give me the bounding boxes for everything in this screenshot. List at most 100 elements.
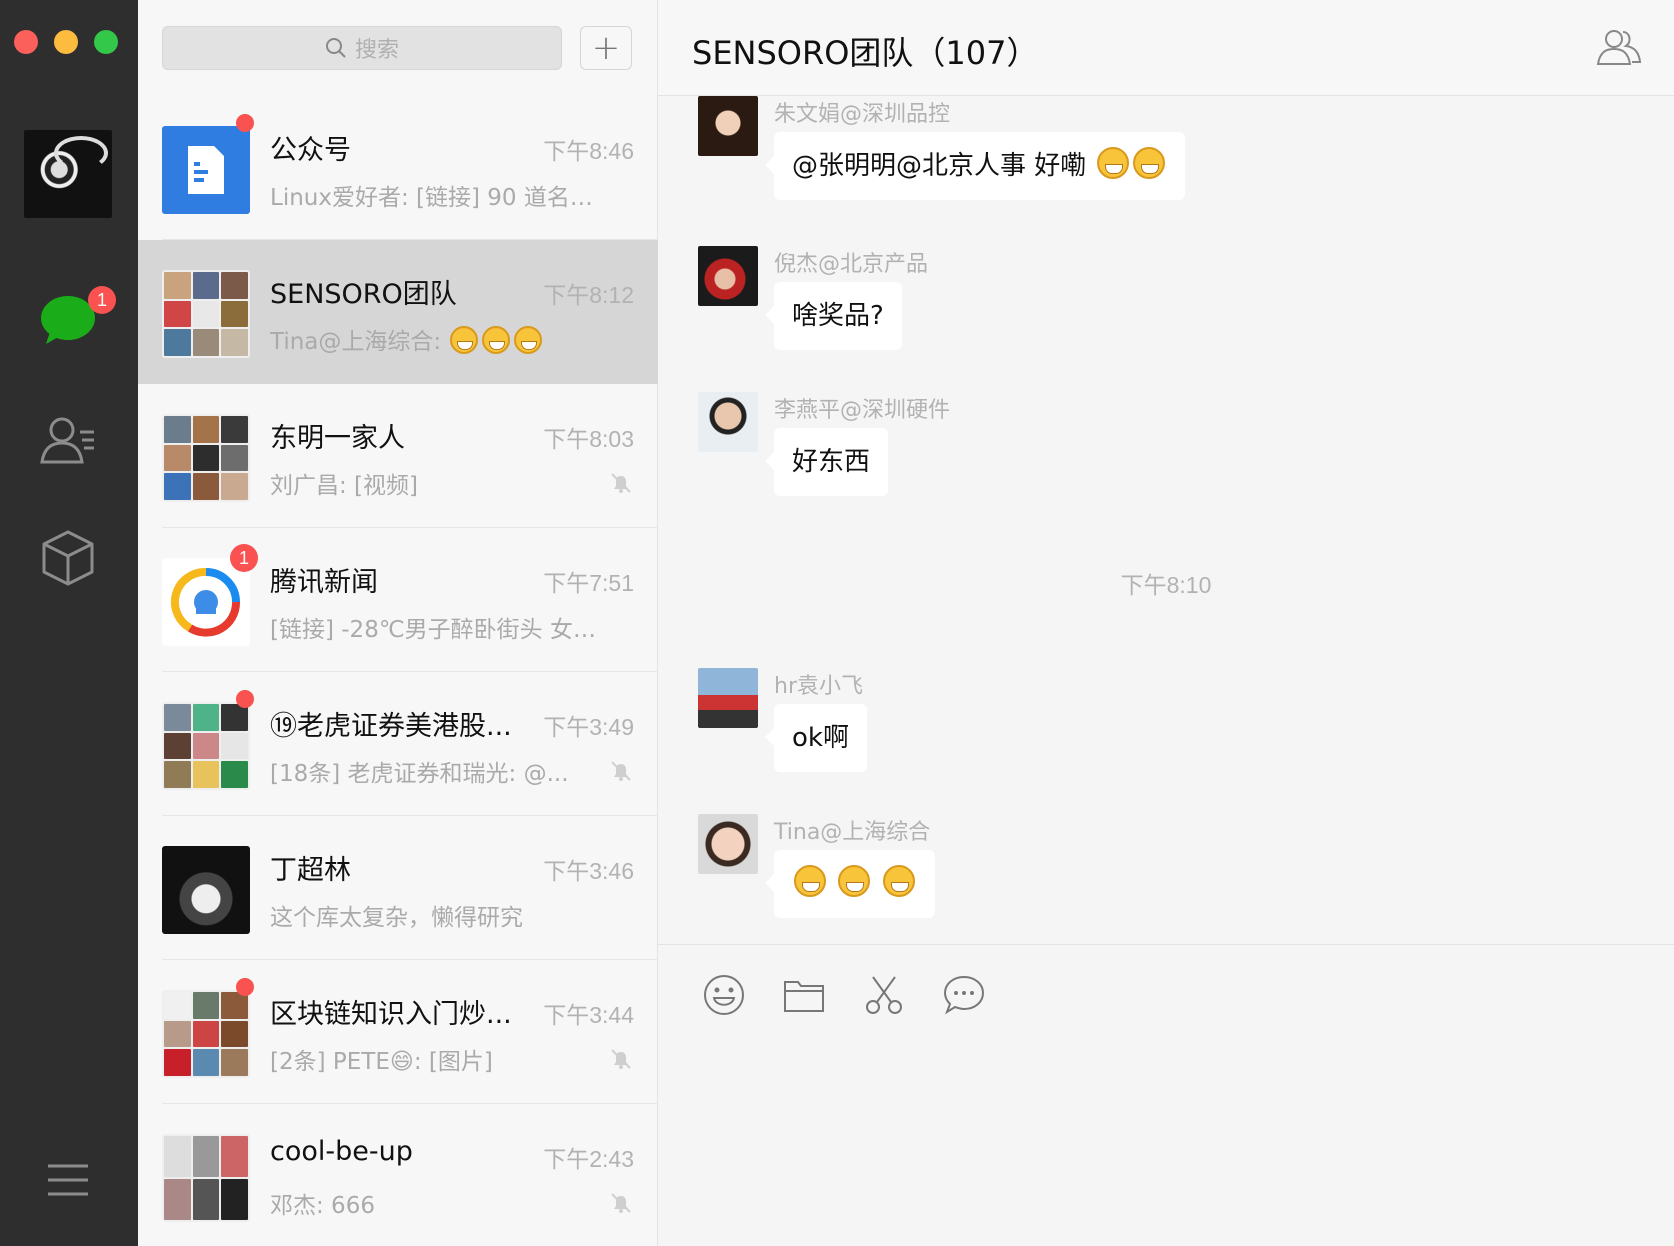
chat-preview: Linux爱好者: [链接] 90 道名企... (270, 185, 610, 211)
minimize-window-button[interactable] (54, 30, 78, 54)
message-bubble[interactable]: 啥奖品? (765, 282, 902, 350)
sidebar-favorites[interactable] (36, 526, 100, 590)
search-placeholder: 搜索 (354, 38, 399, 63)
grin-emoji-icon (1096, 147, 1129, 179)
chat-name: SENSORO团队 (270, 279, 457, 310)
chat-preview: Tina@上海综合: (270, 322, 610, 356)
chat-time: 下午2:43 (543, 1146, 634, 1172)
contacts-icon (40, 417, 94, 464)
message-bubble[interactable]: 好东西 (764, 428, 889, 496)
message-sender: 倪杰@北京产品 (774, 252, 929, 277)
box-icon (42, 530, 94, 586)
chat-item-blockchain[interactable]: 区块链知识入门炒... 下午3:44 [2条] PETE😄: [图片] (138, 960, 658, 1104)
tencent-news-logo-icon (170, 567, 241, 637)
group-members-icon[interactable] (1594, 22, 1644, 72)
chat-preview: 刘广昌: [视频] (270, 473, 419, 499)
scissors-icon[interactable] (862, 973, 906, 1017)
unread-dot (236, 114, 254, 132)
sidebar-contacts[interactable] (36, 408, 100, 472)
chat-time: 下午8:46 (543, 138, 634, 164)
message-bubble[interactable]: @张明明@北京人事 好嘞 (765, 132, 1185, 200)
unread-badge: 1 (230, 544, 258, 572)
chat-preview: [18条] 老虎证券和瑞光: @... (270, 761, 569, 787)
sender-avatar[interactable] (698, 814, 758, 874)
my-avatar[interactable] (24, 130, 112, 218)
chat-item-dongming-family[interactable]: 东明一家人 下午8:03 刘广昌: [视频] (138, 384, 658, 528)
plus-icon: + (591, 28, 621, 68)
group-avatar (162, 1134, 250, 1222)
chat-bubble-icon[interactable] (942, 973, 986, 1017)
chat-preview: [链接] -28℃男子醉卧街头 女司... (270, 617, 610, 643)
husky-avatar (162, 846, 250, 934)
chat-item-tencent-news[interactable]: 1 腾讯新闻 下午7:51 [链接] -28℃男子醉卧街头 女司... (138, 528, 658, 672)
sender-avatar[interactable] (698, 668, 758, 728)
official-accounts-avatar (162, 126, 250, 214)
grin-emoji-icon (794, 865, 826, 897)
chat-preview: 这个库太复杂，懒得研究 (270, 905, 523, 931)
grin-emoji-icon (514, 326, 543, 354)
conversation-header: SENSORO团队（107） (658, 0, 1674, 96)
chat-name: cool-be-up (270, 1136, 413, 1167)
tencent-news-avatar (162, 558, 250, 646)
grin-emoji-icon (1132, 147, 1165, 179)
chat-preview: [2条] PETE😄: [图片] (270, 1049, 493, 1075)
message-sender: 朱文娟@深圳品控 (774, 102, 951, 127)
grin-emoji-icon (450, 326, 479, 354)
zoom-window-button[interactable] (94, 30, 118, 54)
document-icon (188, 146, 224, 194)
folder-icon[interactable] (782, 973, 826, 1017)
chat-time: 下午3:46 (543, 858, 634, 884)
chat-name: 腾讯新闻 (270, 567, 378, 598)
mute-bell-icon (611, 473, 631, 493)
sender-avatar[interactable] (698, 246, 758, 306)
wechat-window: 1 搜索 + 公众号 下午8:46 Linux爱好者: [链接] 90 道名企.… (0, 0, 1674, 1246)
message-bubble[interactable] (765, 850, 935, 918)
close-window-button[interactable] (14, 30, 38, 54)
menu-icon (48, 1164, 88, 1196)
sender-avatar[interactable] (698, 96, 758, 156)
search-icon (325, 38, 346, 58)
message-bubble[interactable]: ok啊 (765, 704, 867, 772)
chat-time: 下午8:12 (543, 282, 634, 308)
sender-avatar[interactable] (698, 392, 758, 452)
chat-name: ⑲老虎证券美港股... (270, 711, 512, 742)
group-avatar (162, 270, 250, 358)
message-sender: Tina@上海综合 (774, 820, 931, 845)
conversation-pane: SENSORO团队（107） 朱文娟@深圳品控 @张明明@北京人事 好嘞 倪杰@… (658, 0, 1674, 1246)
unread-dot (236, 978, 254, 996)
search-input[interactable]: 搜索 (162, 26, 562, 70)
chat-name: 区块链知识入门炒... (270, 999, 512, 1030)
mute-bell-icon (611, 761, 631, 781)
chat-item-sensoro[interactable]: SENSORO团队 下午8:12 Tina@上海综合: (138, 240, 658, 384)
time-separator: 下午8:10 (1120, 572, 1212, 598)
sidebar: 1 (0, 0, 138, 1246)
mute-bell-icon (611, 1049, 631, 1069)
message-sender: hr袁小飞 (774, 674, 863, 699)
chat-item-cool-be-up[interactable]: cool-be-up 下午2:43 邓杰: 666 (138, 1104, 658, 1246)
emoji-icon[interactable] (702, 973, 746, 1017)
message-sender: 李燕平@深圳硬件 (774, 398, 951, 423)
new-chat-button[interactable]: + (580, 26, 632, 70)
message-composer[interactable] (658, 944, 1674, 1246)
sidebar-chats[interactable]: 1 (36, 286, 116, 352)
group-avatar (162, 702, 250, 790)
group-avatar (162, 990, 250, 1078)
grin-emoji-icon (882, 865, 915, 897)
chat-preview: 邓杰: 666 (270, 1193, 375, 1219)
grin-emoji-icon (482, 326, 511, 354)
chat-time: 下午3:44 (543, 1002, 634, 1028)
chat-item-official-accounts[interactable]: 公众号 下午8:46 Linux爱好者: [链接] 90 道名企... (138, 96, 658, 240)
grin-emoji-icon (838, 865, 871, 897)
group-avatar (162, 414, 250, 502)
chat-time: 下午7:51 (543, 570, 634, 596)
chat-item-tiger-securities[interactable]: ⑲老虎证券美港股... 下午3:49 [18条] 老虎证券和瑞光: @... (138, 672, 658, 816)
chat-name: 公众号 (270, 135, 351, 166)
chat-time: 下午3:49 (543, 714, 634, 740)
chat-name: 丁超林 (270, 855, 351, 886)
sidebar-menu[interactable] (36, 1148, 100, 1212)
conversation-title: SENSORO团队（107） (692, 34, 1039, 72)
mute-bell-icon (611, 1193, 631, 1213)
chat-time: 下午8:03 (543, 426, 634, 452)
chat-item-ding-chaolin[interactable]: 丁超林 下午3:46 这个库太复杂，懒得研究 (138, 816, 658, 960)
chat-name: 东明一家人 (270, 423, 405, 454)
